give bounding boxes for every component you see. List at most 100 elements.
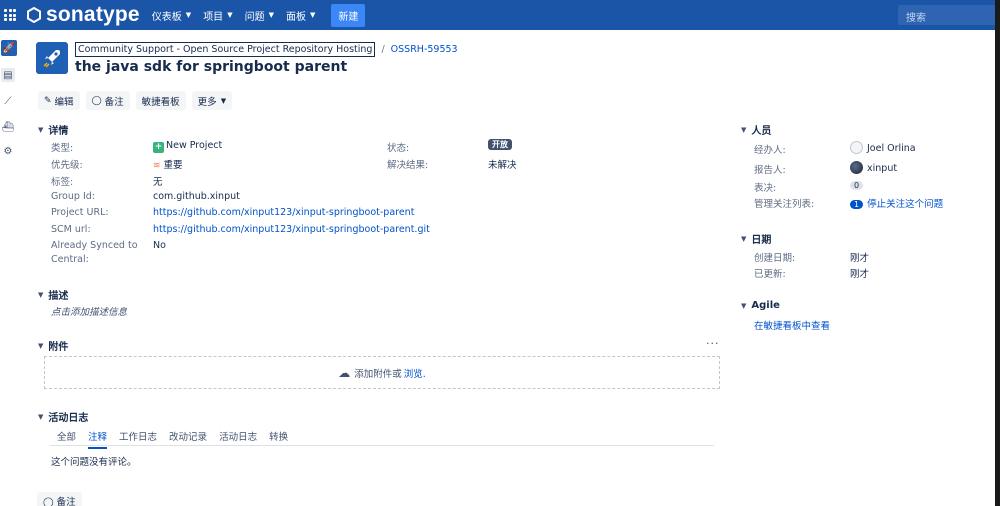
status-lozenge: 开放	[488, 139, 512, 150]
project-rocket-icon[interactable]: 🚀	[1, 40, 17, 56]
search-input[interactable]: 搜索	[898, 5, 995, 25]
tab-history[interactable]: 改动记录	[169, 429, 207, 449]
tab-comments[interactable]: 注释	[88, 429, 108, 449]
description-placeholder[interactable]: 点击添加描述信息	[51, 304, 127, 318]
watchers-count-badge[interactable]: 1	[850, 200, 864, 209]
app-switcher-icon[interactable]	[0, 0, 20, 30]
project-url-link[interactable]: https://github.com/xinput123/xinput-spri…	[153, 207, 414, 218]
brand-name: sonatype	[46, 3, 140, 26]
resolution-label: 解决结果:	[387, 160, 429, 171]
details-section-toggle[interactable]: ▼ 详情	[38, 122, 68, 138]
more-button-label: 更多	[197, 96, 217, 108]
description-section-toggle[interactable]: ▼ 描述	[38, 287, 68, 303]
group-id-value[interactable]: com.github.xinput	[153, 191, 240, 202]
assignee-value[interactable]: Joel Orlina	[850, 141, 916, 154]
agile-section-toggle[interactable]: ▼ Agile	[741, 300, 780, 311]
view-on-board-link[interactable]: 在敏捷看板中查看	[754, 318, 830, 332]
type-value: + New Project	[153, 140, 222, 153]
reporter-label: 报告人:	[754, 165, 786, 176]
type-label: 类型:	[51, 143, 74, 154]
add-comment-button-label: 备注	[56, 497, 76, 506]
pencil-icon: ✎	[44, 95, 52, 106]
priority-value-text: 重要	[163, 160, 183, 171]
priority-major-icon: ≋	[153, 161, 161, 171]
labels-label: 标签:	[51, 177, 74, 188]
collapse-chevron-icon: ▼	[741, 234, 747, 243]
chevron-down-icon: ▼	[185, 11, 192, 19]
activity-tabs: 全部 注释 工作日志 改动记录 活动日志 转换	[57, 429, 300, 449]
reports-chart-icon[interactable]: ⟋	[1, 94, 15, 108]
synced-value[interactable]: No	[153, 240, 166, 251]
backlog-icon[interactable]: ▤	[1, 68, 15, 82]
dates-section-toggle[interactable]: ▼ 日期	[741, 231, 772, 247]
watchers-value: 1 停止关注这个问题	[850, 196, 943, 210]
stop-watching-link[interactable]: 停止关注这个问题	[867, 199, 943, 210]
browse-link[interactable]: 浏览.	[404, 366, 426, 380]
scm-url-label: SCM url:	[51, 224, 91, 235]
votes-value[interactable]: 0	[850, 180, 864, 191]
dates-heading: 日期	[751, 235, 772, 246]
updated-label: 已更新:	[754, 269, 786, 280]
no-comments-text: 这个问题没有评论。	[51, 457, 137, 468]
created-label: 创建日期:	[754, 253, 796, 264]
nav-issues-label: 问题	[244, 11, 265, 23]
updated-value: 刚才	[850, 269, 870, 280]
votes-label: 表决:	[754, 183, 777, 194]
nav-projects[interactable]: 项目 ▼	[203, 8, 232, 23]
sonatype-logo[interactable]: sonatype	[26, 3, 140, 27]
collapse-chevron-icon: ▼	[741, 301, 747, 310]
attachments-heading: 附件	[48, 342, 69, 353]
tab-activity[interactable]: 活动日志	[219, 429, 257, 449]
nav-dashboards[interactable]: 仪表板 ▼	[152, 8, 191, 23]
edit-button-label: 编辑	[54, 96, 74, 108]
chevron-down-icon: ▼	[309, 11, 316, 19]
people-section-toggle[interactable]: ▼ 人员	[741, 122, 771, 138]
activity-heading: 活动日志	[48, 413, 89, 424]
nav-boards[interactable]: 面板 ▼	[286, 8, 315, 23]
nav-issues[interactable]: 问题 ▼	[245, 8, 274, 23]
scm-url-link[interactable]: https://github.com/xinput123/xinput-spri…	[153, 224, 430, 235]
project-avatar[interactable]	[36, 42, 68, 74]
tab-all[interactable]: 全部	[57, 429, 76, 449]
comment-icon: ◯	[43, 497, 54, 506]
project-url-label: Project URL:	[51, 207, 109, 218]
votes-count-badge: 0	[850, 181, 864, 190]
hexagon-logo-icon	[27, 7, 41, 23]
watchers-label: 管理关注列表:	[754, 199, 815, 210]
attachments-more-icon[interactable]: ···	[706, 337, 720, 350]
tab-transitions[interactable]: 转换	[269, 429, 288, 449]
status-value[interactable]: 开放	[488, 139, 512, 150]
chevron-down-icon: ▼	[268, 11, 274, 19]
agile-board-button[interactable]: 敏捷看板	[135, 91, 186, 110]
tab-work-log[interactable]: 工作日志	[119, 429, 157, 449]
comment-button-label: 备注	[104, 96, 124, 108]
collapse-chevron-icon: ▼	[38, 341, 44, 350]
create-button[interactable]: 新建	[331, 3, 366, 27]
issue-title[interactable]: the java sdk for springboot parent	[75, 59, 347, 75]
reporter-avatar	[850, 161, 863, 174]
dropzone-text: 添加附件或	[354, 368, 402, 380]
issue-key-link[interactable]: OSSRH-59553	[391, 44, 458, 55]
edit-button[interactable]: ✎ 编辑	[38, 91, 80, 110]
comment-button[interactable]: ◯ 备注	[85, 91, 130, 110]
add-comment-button[interactable]: ◯ 备注	[37, 492, 82, 506]
breadcrumb-project-link[interactable]: Community Support - Open Source Project …	[75, 42, 376, 57]
nav-dashboards-label: 仪表板	[151, 11, 182, 23]
cloud-upload-icon: ☁	[338, 365, 351, 380]
breadcrumb: Community Support - Open Source Project …	[75, 42, 458, 57]
labels-value[interactable]: 无	[153, 174, 163, 188]
reporter-value[interactable]: xinput	[850, 161, 897, 174]
more-button[interactable]: 更多 ▼	[191, 91, 233, 110]
settings-gear-icon[interactable]: ⚙	[1, 144, 15, 158]
releases-ship-icon[interactable]: ⛴	[1, 120, 15, 134]
app-frame: sonatype 仪表板 ▼ 项目 ▼ 问题 ▼ 面板 ▼ 新建 搜索 🚀 ▤ ⟋ ⛴ …	[0, 0, 995, 506]
project-sidebar: 🚀 ▤ ⟋ ⛴ ⚙	[0, 30, 18, 506]
attachment-dropzone[interactable]: ☁ 添加附件或 浏览.	[44, 356, 720, 389]
assignee-avatar	[850, 141, 863, 154]
attachments-section-toggle[interactable]: ▼ 附件	[38, 338, 69, 354]
type-value-text: New Project	[166, 140, 223, 151]
agile-heading: Agile	[751, 300, 780, 311]
activity-section-toggle[interactable]: ▼ 活动日志	[38, 409, 89, 425]
nav-projects-label: 项目	[203, 11, 224, 23]
chevron-down-icon: ▼	[227, 11, 233, 19]
